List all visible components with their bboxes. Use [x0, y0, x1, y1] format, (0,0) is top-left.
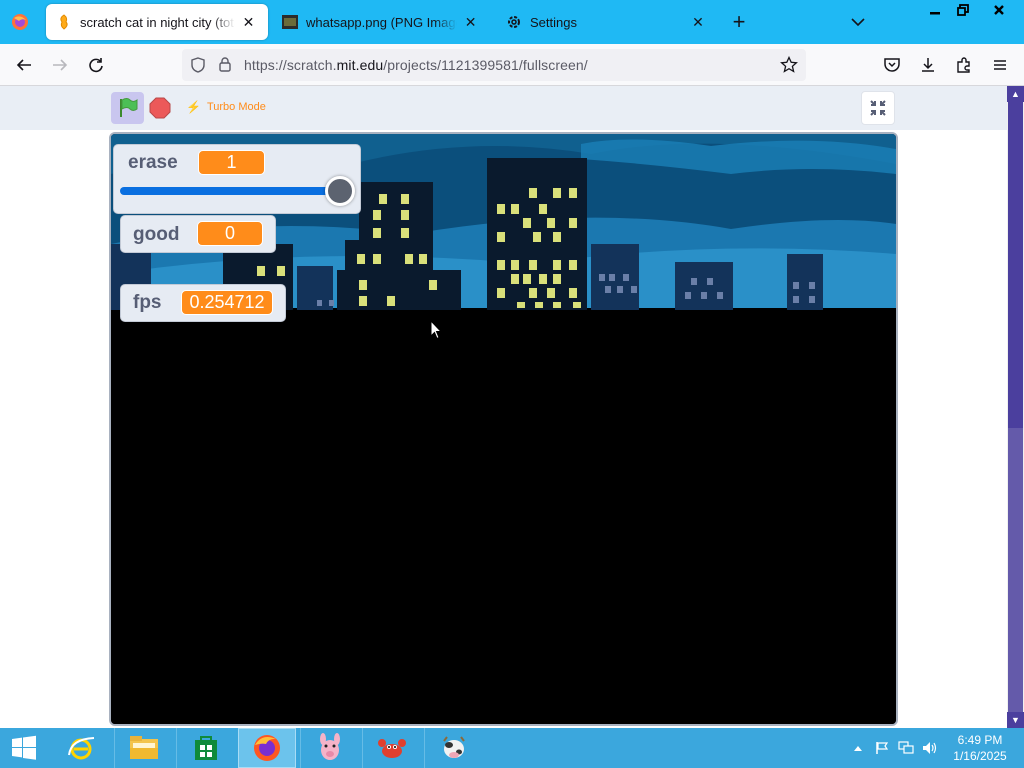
- close-window-button[interactable]: [980, 0, 1018, 20]
- vertical-scrollbar[interactable]: ▲ ▼: [1007, 86, 1024, 728]
- scrollbar-thumb[interactable]: [1008, 102, 1023, 428]
- windows-taskbar: 6:49 PM 1/16/2025: [0, 728, 1024, 768]
- clock-time: 6:49 PM: [957, 733, 1003, 747]
- monitor-label-good: good: [133, 224, 180, 245]
- monitor-value-fps: 0.254712: [181, 290, 273, 315]
- crab-app-icon[interactable]: [362, 728, 420, 768]
- pocket-icon[interactable]: [880, 53, 904, 77]
- close-tab-icon[interactable]: ✕: [239, 12, 258, 32]
- close-tab-icon[interactable]: ✕: [688, 12, 708, 32]
- lightning-bolt-icon: ⚡: [186, 100, 201, 114]
- firefox-icon[interactable]: [238, 728, 296, 768]
- start-button[interactable]: [0, 728, 48, 768]
- player-controls-bar: ⚡ Turbo Mode: [0, 86, 1007, 130]
- back-button[interactable]: [12, 53, 36, 77]
- store-icon[interactable]: [176, 728, 234, 768]
- url-prefix: https://scratch.: [244, 57, 337, 73]
- show-hidden-icons-chevron-icon[interactable]: [850, 740, 866, 756]
- image-file-icon: [282, 14, 298, 30]
- clock-date: 1/16/2025: [953, 749, 1007, 763]
- monitor-label-fps: fps: [133, 292, 162, 313]
- monitor-value-good: 0: [197, 221, 263, 246]
- firefox-view-icon[interactable]: [10, 12, 30, 32]
- scroll-up-arrow-icon[interactable]: ▲: [1007, 86, 1024, 102]
- file-explorer-icon[interactable]: [114, 728, 172, 768]
- tab-whatsapp-image[interactable]: whatsapp.png (PNG Image, 34 ✕: [272, 4, 490, 40]
- internet-explorer-icon[interactable]: [52, 728, 110, 768]
- taskbar-clock[interactable]: 6:49 PM 1/16/2025: [940, 732, 1020, 764]
- lock-icon[interactable]: [218, 56, 232, 75]
- windows-logo-icon: [12, 735, 36, 760]
- tab-settings[interactable]: Settings ✕: [496, 4, 718, 40]
- list-all-tabs-chevron-icon[interactable]: [848, 12, 868, 32]
- turbo-mode-label: Turbo Mode: [206, 101, 266, 113]
- tab-bar: scratch cat in night city (totally ✕ wha…: [0, 0, 1024, 44]
- erase-slider-track[interactable]: [120, 187, 340, 195]
- new-tab-button[interactable]: +: [728, 11, 750, 34]
- url-domain: mit.edu: [336, 57, 384, 73]
- green-flag-button[interactable]: [111, 92, 144, 124]
- stop-button[interactable]: [148, 96, 172, 120]
- scratch-fullscreen-page: ⚡ Turbo Mode erase 1 good 0 fps 0.254712: [0, 86, 1007, 728]
- downloads-icon[interactable]: [916, 53, 940, 77]
- erase-slider-monitor: erase 1: [113, 144, 361, 214]
- network-icon[interactable]: [898, 740, 914, 756]
- scratch-favicon-icon: [56, 14, 72, 30]
- tab-scratch-project[interactable]: scratch cat in night city (totally ✕: [46, 4, 268, 40]
- bookmark-star-icon[interactable]: [780, 55, 798, 77]
- cow-app-icon[interactable]: [424, 728, 482, 768]
- turbo-mode-indicator: ⚡ Turbo Mode: [186, 100, 266, 114]
- navigation-toolbar: https://scratch.mit.edu/projects/1121399…: [0, 44, 1024, 86]
- volume-speaker-icon[interactable]: [922, 740, 938, 756]
- tab-title: Settings: [530, 14, 577, 30]
- extensions-puzzle-icon[interactable]: [952, 53, 976, 77]
- restore-window-button[interactable]: [946, 0, 980, 20]
- good-variable-monitor: good 0: [120, 215, 276, 253]
- monitor-label-erase: erase: [128, 152, 178, 173]
- scroll-down-arrow-icon[interactable]: ▼: [1007, 712, 1024, 728]
- fps-variable-monitor: fps 0.254712: [120, 284, 286, 322]
- tab-title: whatsapp.png (PNG Image, 34: [306, 14, 457, 30]
- tab-title: scratch cat in night city (totally: [80, 14, 235, 30]
- erase-slider-thumb[interactable]: [325, 176, 355, 206]
- action-center-flag-icon[interactable]: [874, 740, 890, 756]
- project-stage[interactable]: erase 1 good 0 fps 0.254712: [109, 132, 898, 726]
- mouse-pointer-icon: [430, 319, 443, 340]
- gear-icon: [506, 14, 522, 30]
- forward-button[interactable]: [48, 53, 72, 77]
- hamburger-menu-icon[interactable]: [988, 53, 1012, 77]
- url-text[interactable]: https://scratch.mit.edu/projects/1121399…: [244, 57, 588, 73]
- shield-icon[interactable]: [190, 57, 206, 76]
- scrollbar-track-lower[interactable]: [1008, 428, 1023, 712]
- pig-app-icon[interactable]: [300, 728, 358, 768]
- close-tab-icon[interactable]: ✕: [461, 12, 480, 32]
- url-path: /projects/1121399581/fullscreen/: [383, 57, 588, 73]
- exit-fullscreen-button[interactable]: [861, 91, 895, 125]
- monitor-value-erase: 1: [198, 150, 265, 175]
- reload-button[interactable]: [84, 53, 108, 77]
- address-bar[interactable]: https://scratch.mit.edu/projects/1121399…: [182, 49, 806, 81]
